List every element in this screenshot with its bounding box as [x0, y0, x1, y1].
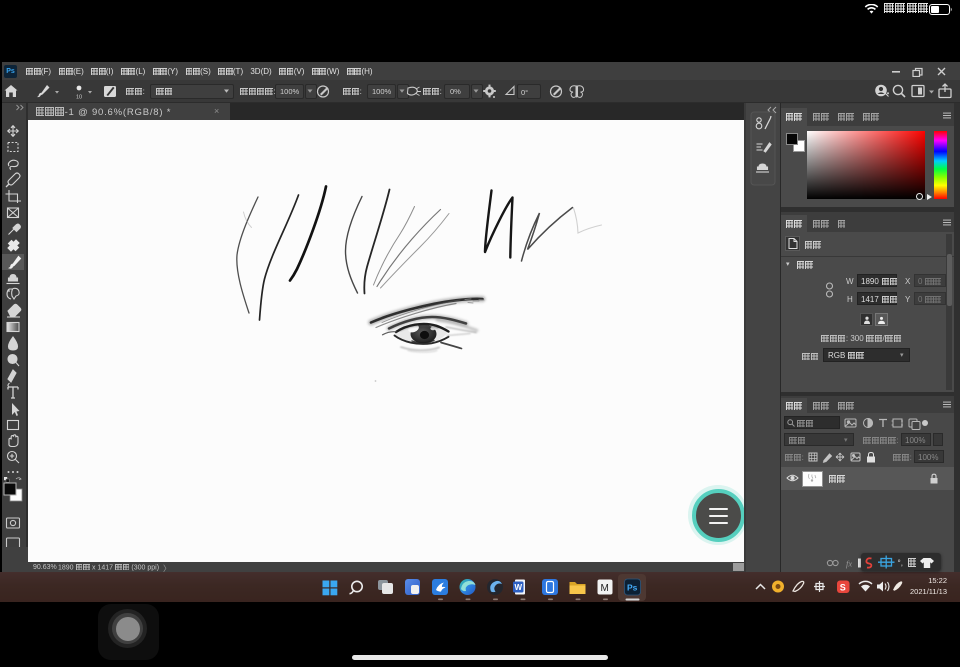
svg-text:0°: 0° [521, 88, 528, 97]
svg-text:Ps: Ps [627, 583, 638, 593]
svg-text:fx: fx [846, 559, 852, 569]
svg-text:10: 10 [76, 95, 82, 101]
svg-text:M: M [601, 583, 609, 594]
svg-text:W: W [515, 583, 523, 592]
svg-text:S: S [840, 582, 846, 592]
svg-text:°,: °, [898, 559, 903, 568]
